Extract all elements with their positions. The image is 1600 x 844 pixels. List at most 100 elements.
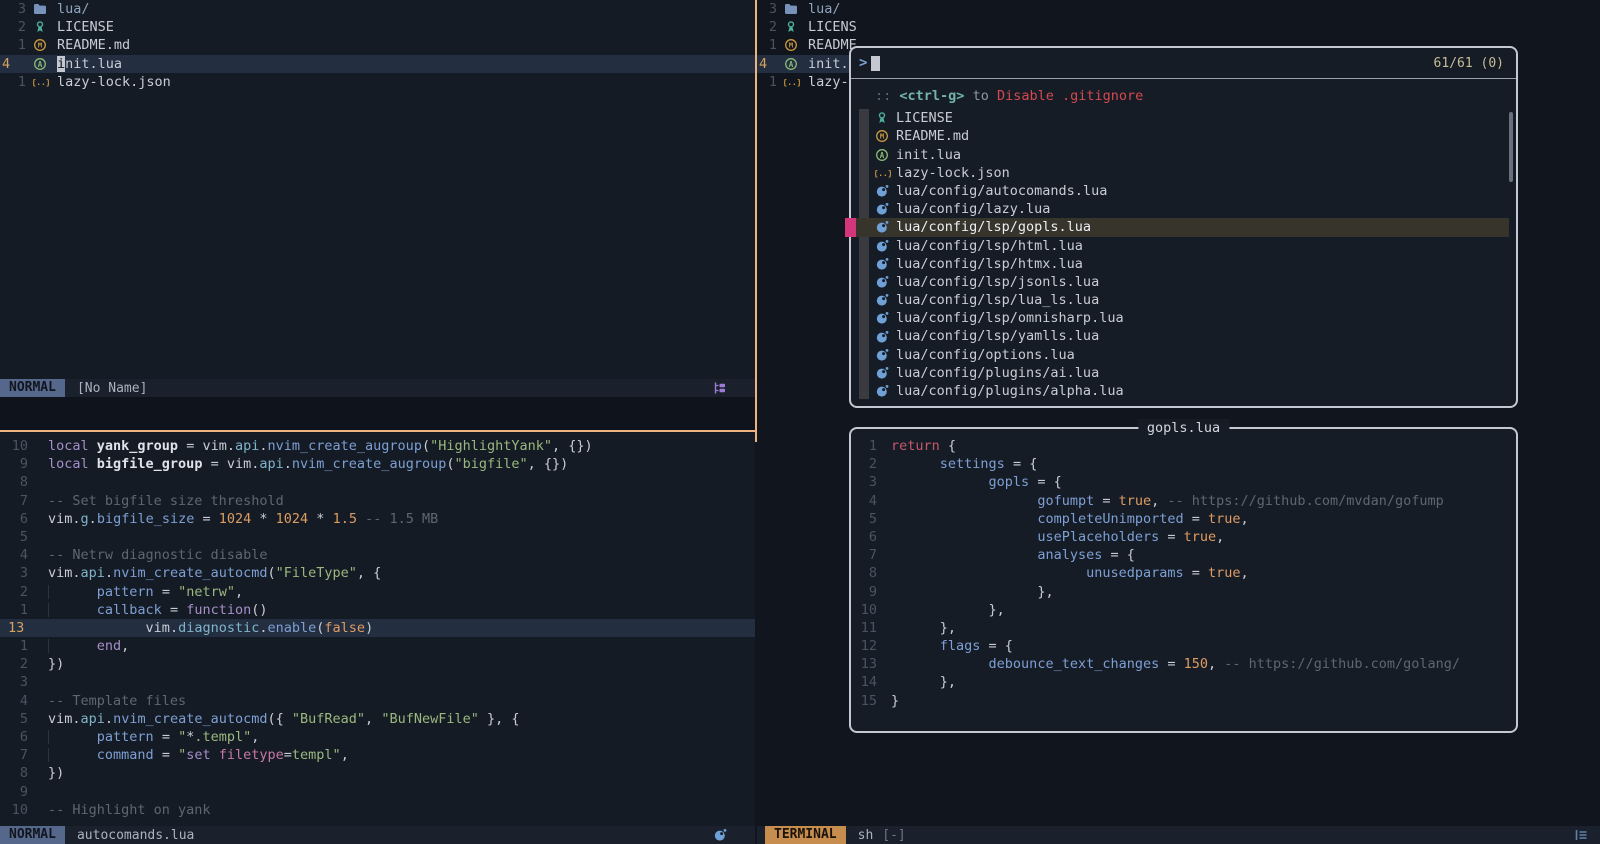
file-tree-item[interactable]: 3lua/ <box>757 0 857 18</box>
line-number: 9 <box>0 455 28 473</box>
code-line[interactable]: 2}) <box>0 655 755 673</box>
code-line[interactable]: 4-- Netrw diagnostic disable <box>0 546 755 564</box>
license-icon <box>33 20 49 34</box>
picker-item[interactable]: lua/config/plugins/alpha.lua <box>851 382 1509 400</box>
picker-item[interactable]: lua/config/autocomands.lua <box>851 182 1509 200</box>
picker-item[interactable]: LICENSE <box>851 109 1509 127</box>
line-number: 5 <box>0 528 28 546</box>
file-path: README.md <box>896 127 969 145</box>
file-tree-item[interactable]: 1MREADME.md <box>757 36 857 54</box>
file-path: lua/config/lsp/omnisharp.lua <box>896 309 1124 327</box>
picker-item[interactable]: lua/config/options.lua <box>851 346 1509 364</box>
file-tree-item[interactable]: 2LICENSE <box>757 18 857 36</box>
preview-line: 8 unusedparams = true, <box>855 564 1516 582</box>
code-line[interactable]: 2 pattern = "netrw", <box>0 583 755 601</box>
picker-prompt[interactable]: > 61/61 (0) <box>851 48 1516 79</box>
line-number: 5 <box>855 510 877 528</box>
code-line[interactable]: 4-- Template files <box>0 692 755 710</box>
file-path: lua/config/lsp/jsonls.lua <box>896 273 1099 291</box>
line-number: 2 <box>0 583 28 601</box>
code-line[interactable]: 8 <box>0 473 755 491</box>
svg-text:{..}: {..} <box>875 169 891 178</box>
line-number: 14 <box>855 673 877 691</box>
mode-indicator: TERMINAL <box>765 826 846 844</box>
neovim-screen: 3lua/2LICENSE1MREADME.md4Ainit.lua1{..}l… <box>0 0 1600 844</box>
code-line[interactable]: 7 command = "set filetype=templ", <box>0 746 755 764</box>
file-tree-item[interactable]: 1{..}lazy-lock.json <box>757 73 857 91</box>
line-number: 6 <box>0 728 28 746</box>
line-number: 5 <box>0 710 28 728</box>
license-icon <box>784 20 800 34</box>
file-tree-item[interactable]: 4Ainit.lua <box>757 55 857 73</box>
picker-item[interactable]: lua/config/lsp/omnisharp.lua <box>851 309 1509 327</box>
code-line[interactable]: 1 end, <box>0 637 755 655</box>
line-number: 15 <box>855 692 877 710</box>
code-line[interactable]: 5 <box>0 528 755 546</box>
scrollbar-thumb[interactable] <box>1509 112 1513 182</box>
line-number: 1 <box>757 73 777 91</box>
line-number: 10 <box>855 601 877 619</box>
file-path: lua/config/lsp/gopls.lua <box>896 218 1091 236</box>
file-path: lua/config/plugins/alpha.lua <box>896 382 1124 400</box>
code-line[interactable]: 7-- Set bigfile size threshold <box>0 492 755 510</box>
picker-item[interactable]: MREADME.md <box>851 127 1509 145</box>
code-line[interactable]: 1 callback = function() <box>0 601 755 619</box>
code-line[interactable]: 8}) <box>0 764 755 782</box>
picker-item[interactable]: lua/config/lazy.lua <box>851 200 1509 218</box>
indent-guide <box>48 730 49 744</box>
line-number: 3 <box>0 673 28 691</box>
code-editor-window[interactable]: 10local yank_group = vim.api.nvim_create… <box>0 433 755 826</box>
svg-text:A: A <box>789 59 794 68</box>
file-path: init.lua <box>896 146 961 164</box>
markdown-icon: M <box>784 38 800 52</box>
file-path: lua/config/plugins/ai.lua <box>896 364 1099 382</box>
file-tree-item[interactable]: 1MREADME.md <box>0 36 755 54</box>
file-tree-item[interactable]: 2LICENSE <box>0 18 755 36</box>
config-icon: A <box>784 57 800 71</box>
code-line[interactable]: 10-- Highlight on yank <box>0 801 755 819</box>
file-path: lua/config/lazy.lua <box>896 200 1050 218</box>
code-line[interactable]: 3vim.api.nvim_create_autocmd("FileType",… <box>0 564 755 582</box>
file-name: LICENSE <box>57 18 114 36</box>
code-line[interactable]: 3 <box>0 673 755 691</box>
line-number: 10 <box>0 437 28 455</box>
lua-icon <box>875 348 891 362</box>
line-number: 4 <box>0 692 28 710</box>
preview-popup: gopls.lua 1return {2 settings = {3 gopls… <box>849 427 1518 733</box>
code-line[interactable]: 9local bigfile_group = vim.api.nvim_crea… <box>0 455 755 473</box>
picker-item[interactable]: lua/config/lsp/htmx.lua <box>851 255 1509 273</box>
line-number: 6 <box>855 528 877 546</box>
file-path: lua/config/lsp/lua_ls.lua <box>896 291 1099 309</box>
preview-line: 3 gopls = { <box>855 473 1516 491</box>
lua-icon <box>875 311 891 325</box>
lua-icon <box>875 275 891 289</box>
code-line[interactable]: 5vim.api.nvim_create_autocmd({ "BufRead"… <box>0 710 755 728</box>
code-line[interactable]: 10local yank_group = vim.api.nvim_create… <box>0 437 755 455</box>
picker-item[interactable]: {..}lazy-lock.json <box>851 164 1509 182</box>
line-number: 1 <box>0 73 26 91</box>
line-number: 1 <box>0 601 28 619</box>
preview-line: 9 }, <box>855 583 1516 601</box>
preview-line: 12 flags = { <box>855 637 1516 655</box>
line-number: 4 <box>0 546 28 564</box>
picker-item[interactable]: lua/config/lsp/jsonls.lua <box>851 273 1509 291</box>
file-tree-item[interactable]: 3lua/ <box>0 0 755 18</box>
file-tree-item[interactable]: 1{..}lazy-lock.json <box>0 73 755 91</box>
preview-line: 14 }, <box>855 673 1516 691</box>
file-tree-item[interactable]: 4Ainit.lua <box>0 55 755 73</box>
line-number: 8 <box>855 564 877 582</box>
picker-item[interactable]: lua/config/lsp/gopls.lua <box>851 218 1509 236</box>
picker-counter: 61/61 (0) <box>1434 56 1504 71</box>
code-line[interactable]: 13 vim.diagnostic.enable(false) <box>0 619 755 637</box>
picker-item[interactable]: lua/config/lsp/html.lua <box>851 237 1509 255</box>
picker-item[interactable]: lua/config/plugins/ai.lua <box>851 364 1509 382</box>
picker-item[interactable]: lua/config/lsp/yamlls.lua <box>851 327 1509 345</box>
code-line[interactable]: 6 pattern = "*.templ", <box>0 728 755 746</box>
line-number: 8 <box>0 473 28 491</box>
picker-item[interactable]: Ainit.lua <box>851 146 1509 164</box>
picker-item[interactable]: lua/config/lsp/lua_ls.lua <box>851 291 1509 309</box>
preview-line: 11 }, <box>855 619 1516 637</box>
code-line[interactable]: 9 <box>0 783 755 801</box>
code-line[interactable]: 6vim.g.bigfile_size = 1024 * 1024 * 1.5 … <box>0 510 755 528</box>
window-separator <box>755 0 757 442</box>
